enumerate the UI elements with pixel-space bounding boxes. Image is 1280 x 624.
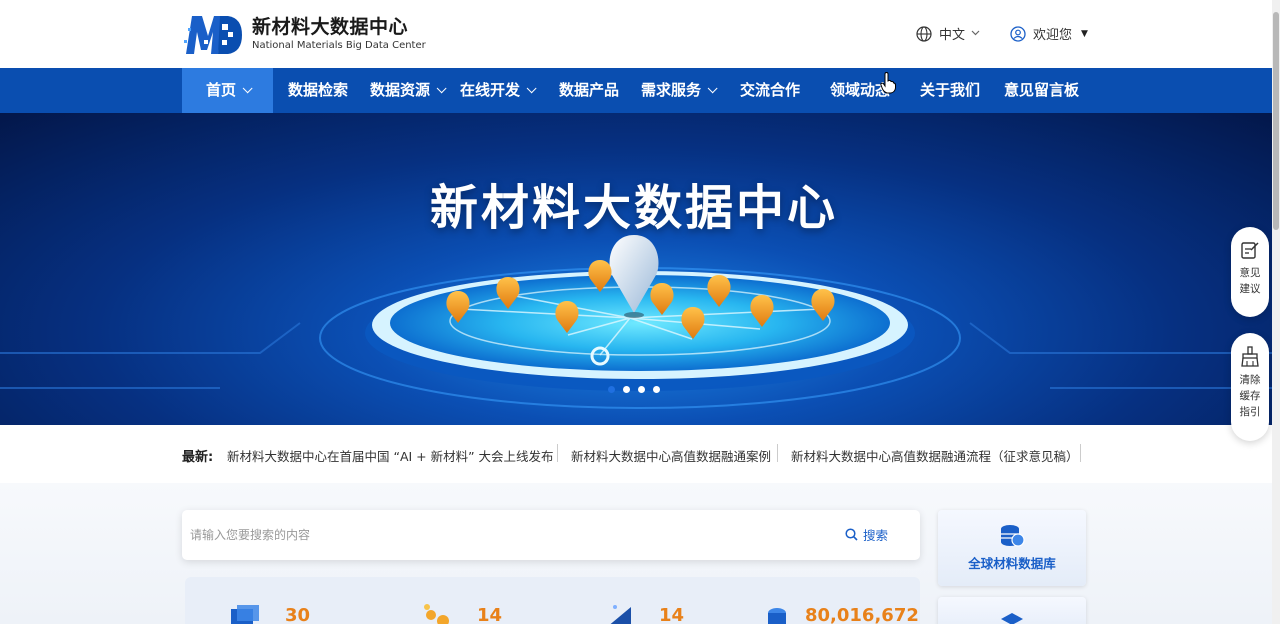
- card-label: 全球材料数据库: [968, 556, 1056, 571]
- side-card[interactable]: [938, 597, 1086, 624]
- logo-subtitle: National Materials Big Data Center: [252, 40, 426, 51]
- nav-item-home[interactable]: 首页: [182, 68, 273, 113]
- float-label: 缓存: [1239, 390, 1261, 402]
- chevron-down-icon: [971, 29, 987, 39]
- database-icon: [1001, 525, 1025, 547]
- globe-icon: [916, 25, 932, 42]
- nav-item-label: 在线开发: [460, 81, 521, 99]
- news-item[interactable]: 新材料大数据中心在首届中国 “AI + 新材料” 大会上线发布: [227, 446, 554, 465]
- database-icon: [231, 605, 259, 624]
- nav-item-data-resources[interactable]: 数据资源: [370, 68, 447, 113]
- clear-cache-float-button[interactable]: 清除 缓存 指引: [1231, 333, 1269, 441]
- hero-banner[interactable]: 新材料大数据中心: [0, 113, 1272, 425]
- news-label: 最新:: [182, 450, 214, 465]
- news-item[interactable]: 新材料大数据中心高值数据融通案例: [571, 446, 771, 465]
- news-item[interactable]: 新材料大数据中心高值数据融通流程（征求意见稿）: [791, 446, 1079, 465]
- nav-item-label: 交流合作: [740, 81, 801, 99]
- top-header: 新材料大数据中心 National Materials Big Data Cen…: [0, 0, 1280, 68]
- chart-icon: [610, 605, 631, 624]
- float-label: 建议: [1239, 283, 1261, 295]
- chevron-down-icon: [436, 83, 447, 94]
- chevron-down-icon: [242, 83, 253, 94]
- search-input[interactable]: [190, 522, 790, 548]
- nav-item-label: 需求服务: [641, 81, 702, 99]
- hand-cursor-icon: [880, 72, 896, 94]
- nav-item-about-us[interactable]: 关于我们: [920, 68, 980, 113]
- search-icon: [845, 528, 858, 541]
- divider: [557, 444, 558, 462]
- nav-item-online-dev[interactable]: 在线开发: [460, 68, 537, 113]
- stat-item: 30: [229, 603, 310, 624]
- stats-panel: 30 14 14 80,016,672: [185, 577, 920, 624]
- nav-item-demand-services[interactable]: 需求服务: [641, 68, 718, 113]
- language-selector[interactable]: 中文: [916, 24, 987, 43]
- nav-item-data-search[interactable]: 数据检索: [288, 68, 348, 113]
- feedback-float-button[interactable]: 意见 建议: [1231, 227, 1269, 317]
- language-label: 中文: [939, 28, 966, 43]
- banner-illustration: [0, 235, 1272, 409]
- logo-title: 新材料大数据中心: [252, 16, 409, 38]
- stat-value: 14: [477, 605, 503, 624]
- user-icon: [1010, 25, 1026, 42]
- stat-item: 80,016,672: [763, 603, 919, 624]
- chevron-down-icon: [707, 83, 718, 94]
- database-stack-icon: [768, 608, 786, 624]
- molecule-icon: [424, 604, 449, 624]
- search-box: 搜索: [182, 510, 920, 560]
- carousel-dot[interactable]: [638, 386, 645, 393]
- nav-item-label: 首页: [205, 81, 236, 99]
- carousel-dot[interactable]: [608, 386, 615, 393]
- nav-item-label: 关于我们: [920, 81, 981, 99]
- stat-value: 30: [285, 605, 311, 624]
- float-label: 意见: [1239, 267, 1261, 279]
- search-button[interactable]: 搜索: [845, 525, 888, 544]
- nav-item-label: 意见留言板: [1004, 81, 1080, 99]
- site-logo[interactable]: 新材料大数据中心 National Materials Big Data Cen…: [182, 10, 426, 58]
- nav-item-label: 数据检索: [288, 81, 349, 99]
- stat-value: 14: [659, 605, 685, 624]
- carousel-dots: [608, 386, 660, 393]
- edit-icon: [1241, 242, 1259, 259]
- nav-item-label: 数据资源: [370, 81, 431, 99]
- layers-icon: [1001, 613, 1023, 624]
- scrollbar-thumb[interactable]: [1273, 12, 1279, 230]
- search-button-label: 搜索: [863, 528, 889, 543]
- user-menu[interactable]: 欢迎您 ▼: [1010, 24, 1088, 43]
- nav-item-label: 数据产品: [559, 81, 620, 99]
- stat-item: 14: [603, 603, 684, 624]
- news-ticker: 最新: 新材料大数据中心在首届中国 “AI + 新材料” 大会上线发布 新材料大…: [0, 425, 1272, 483]
- float-label: 清除: [1239, 374, 1261, 386]
- nav-item-data-products[interactable]: 数据产品: [559, 68, 619, 113]
- chevron-down-icon: [526, 83, 537, 94]
- divider: [1080, 444, 1081, 462]
- banner-title: 新材料大数据中心: [429, 180, 838, 236]
- main-nav: 首页 数据检索 数据资源 在线开发 数据产品 需求服务 交流合作 领域动态 关于…: [0, 68, 1272, 113]
- broom-icon: [1241, 346, 1259, 367]
- stat-value: 80,016,672: [805, 605, 919, 624]
- carousel-dot[interactable]: [653, 386, 660, 393]
- carousel-dot[interactable]: [623, 386, 630, 393]
- stat-item: 14: [421, 603, 502, 624]
- caret-down-icon: ▼: [1081, 28, 1088, 39]
- nav-item-message-board[interactable]: 意见留言板: [1004, 68, 1079, 113]
- divider: [777, 444, 778, 462]
- float-label: 指引: [1239, 406, 1261, 418]
- nav-item-cooperation[interactable]: 交流合作: [740, 68, 800, 113]
- global-materials-db-card[interactable]: 全球材料数据库: [938, 510, 1086, 586]
- page-scrollbar[interactable]: [1272, 0, 1280, 624]
- user-greeting: 欢迎您: [1033, 28, 1073, 43]
- logo-mark-icon: [182, 10, 244, 58]
